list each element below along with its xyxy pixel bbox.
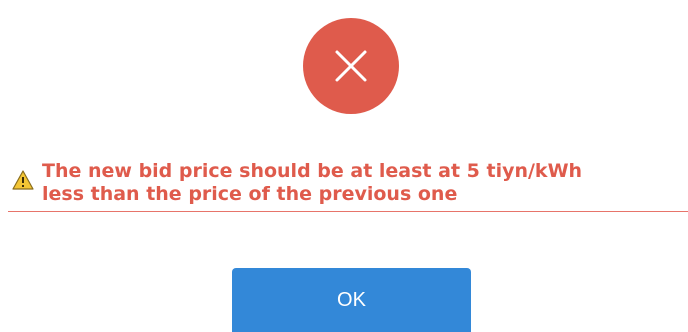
warning-icon: [12, 170, 34, 190]
error-message-line: The new bid price should be at least at …: [42, 160, 583, 182]
divider: [8, 211, 688, 212]
error-message-line: less than the price of the previous one: [42, 183, 458, 205]
error-dialog: The new bid price should be at least at …: [0, 0, 688, 332]
close-x-icon: [335, 50, 367, 82]
ok-button[interactable]: OK: [232, 268, 471, 332]
error-message: The new bid price should be at least at …: [42, 160, 682, 206]
error-icon: [303, 18, 399, 114]
